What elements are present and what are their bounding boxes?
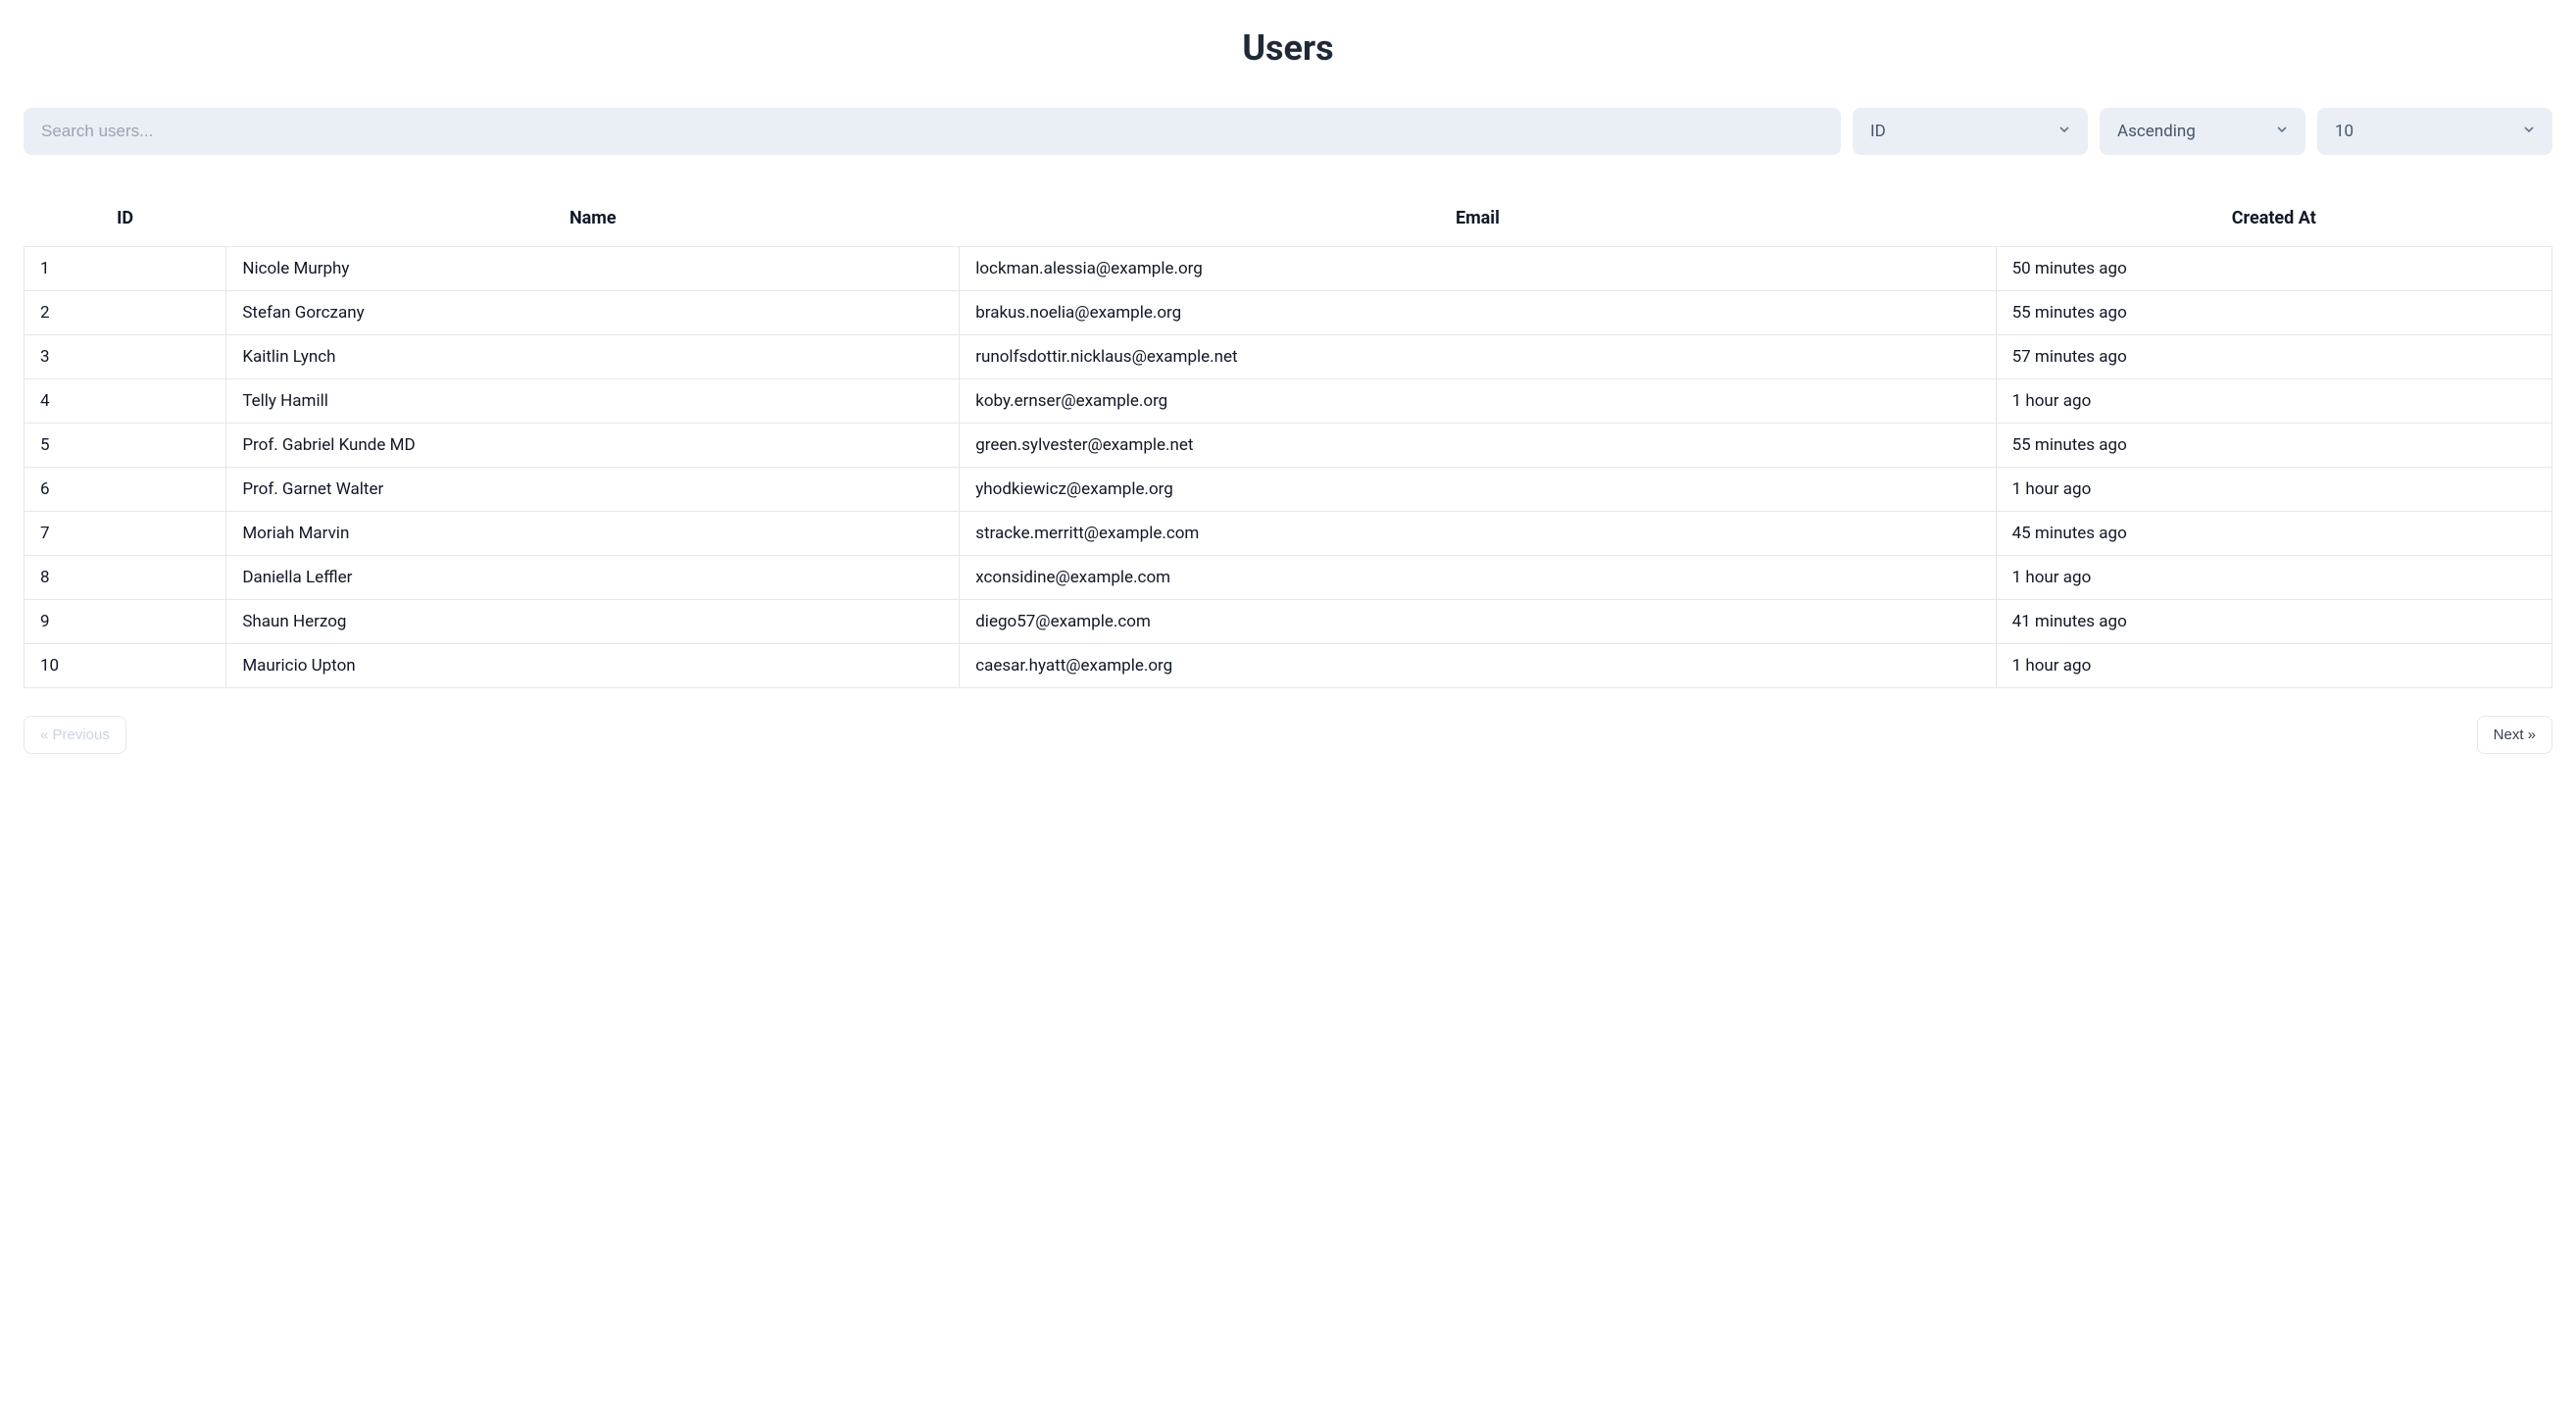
table-row: 10Mauricio Uptoncaesar.hyatt@example.org… bbox=[25, 644, 2552, 688]
cell-created-at: 57 minutes ago bbox=[1996, 335, 2551, 379]
cell-email: diego57@example.com bbox=[960, 600, 1996, 644]
cell-email: yhodkiewicz@example.org bbox=[960, 468, 1996, 512]
cell-created-at: 1 hour ago bbox=[1996, 379, 2551, 424]
cell-email: xconsidine@example.com bbox=[960, 556, 1996, 600]
cell-id: 10 bbox=[25, 644, 226, 688]
cell-email: koby.ernser@example.org bbox=[960, 379, 1996, 424]
table-row: 1Nicole Murphylockman.alessia@example.or… bbox=[25, 247, 2552, 291]
order-select[interactable]: Ascending bbox=[2100, 108, 2305, 155]
per-page-value: 10 bbox=[2335, 122, 2353, 141]
table-row: 7Moriah Marvinstracke.merritt@example.co… bbox=[25, 512, 2552, 556]
cell-name: Telly Hamill bbox=[226, 379, 960, 424]
cell-name: Stefan Gorczany bbox=[226, 291, 960, 335]
table-header-email: Email bbox=[960, 194, 1996, 247]
order-value: Ascending bbox=[2117, 122, 2196, 141]
cell-created-at: 1 hour ago bbox=[1996, 468, 2551, 512]
cell-name: Prof. Gabriel Kunde MD bbox=[226, 424, 960, 468]
cell-name: Daniella Leffler bbox=[226, 556, 960, 600]
cell-id: 6 bbox=[25, 468, 226, 512]
cell-id: 8 bbox=[25, 556, 226, 600]
cell-email: caesar.hyatt@example.org bbox=[960, 644, 1996, 688]
cell-id: 5 bbox=[25, 424, 226, 468]
page-title: Users bbox=[24, 27, 2552, 69]
previous-button[interactable]: « Previous bbox=[24, 716, 126, 754]
cell-name: Nicole Murphy bbox=[226, 247, 960, 291]
cell-created-at: 55 minutes ago bbox=[1996, 424, 2551, 468]
table-row: 4Telly Hamillkoby.ernser@example.org1 ho… bbox=[25, 379, 2552, 424]
cell-email: green.sylvester@example.net bbox=[960, 424, 1996, 468]
cell-id: 2 bbox=[25, 291, 226, 335]
cell-name: Shaun Herzog bbox=[226, 600, 960, 644]
users-table: ID Name Email Created At 1Nicole Murphyl… bbox=[24, 194, 2552, 688]
cell-email: brakus.noelia@example.org bbox=[960, 291, 1996, 335]
table-row: 6Prof. Garnet Walteryhodkiewicz@example.… bbox=[25, 468, 2552, 512]
sort-by-value: ID bbox=[1870, 122, 1886, 141]
filters-bar: ID Ascending 10 bbox=[24, 108, 2552, 155]
cell-id: 3 bbox=[25, 335, 226, 379]
cell-email: runolfsdottir.nicklaus@example.net bbox=[960, 335, 1996, 379]
cell-id: 7 bbox=[25, 512, 226, 556]
chevron-down-icon bbox=[2274, 122, 2290, 141]
cell-created-at: 1 hour ago bbox=[1996, 644, 2551, 688]
table-header-name: Name bbox=[226, 194, 960, 247]
sort-by-select[interactable]: ID bbox=[1853, 108, 2088, 155]
cell-id: 9 bbox=[25, 600, 226, 644]
cell-name: Moriah Marvin bbox=[226, 512, 960, 556]
cell-created-at: 1 hour ago bbox=[1996, 556, 2551, 600]
chevron-down-icon bbox=[2521, 122, 2537, 141]
cell-name: Kaitlin Lynch bbox=[226, 335, 960, 379]
table-row: 2Stefan Gorczanybrakus.noelia@example.or… bbox=[25, 291, 2552, 335]
users-table-container: ID Name Email Created At 1Nicole Murphyl… bbox=[24, 194, 2552, 688]
chevron-down-icon bbox=[2056, 122, 2072, 141]
cell-id: 4 bbox=[25, 379, 226, 424]
per-page-select[interactable]: 10 bbox=[2317, 108, 2552, 155]
cell-email: lockman.alessia@example.org bbox=[960, 247, 1996, 291]
search-input[interactable] bbox=[24, 108, 1841, 155]
table-header-id: ID bbox=[25, 194, 226, 247]
cell-email: stracke.merritt@example.com bbox=[960, 512, 1996, 556]
cell-id: 1 bbox=[25, 247, 226, 291]
cell-name: Mauricio Upton bbox=[226, 644, 960, 688]
table-row: 5Prof. Gabriel Kunde MDgreen.sylvester@e… bbox=[25, 424, 2552, 468]
cell-created-at: 55 minutes ago bbox=[1996, 291, 2551, 335]
cell-name: Prof. Garnet Walter bbox=[226, 468, 960, 512]
cell-created-at: 41 minutes ago bbox=[1996, 600, 2551, 644]
cell-created-at: 50 minutes ago bbox=[1996, 247, 2551, 291]
pagination: « Previous Next » bbox=[24, 716, 2552, 754]
table-row: 8Daniella Lefflerxconsidine@example.com1… bbox=[25, 556, 2552, 600]
table-header-created-at: Created At bbox=[1996, 194, 2551, 247]
cell-created-at: 45 minutes ago bbox=[1996, 512, 2551, 556]
next-button[interactable]: Next » bbox=[2477, 716, 2552, 754]
table-row: 3Kaitlin Lynchrunolfsdottir.nicklaus@exa… bbox=[25, 335, 2552, 379]
table-row: 9Shaun Herzogdiego57@example.com41 minut… bbox=[25, 600, 2552, 644]
